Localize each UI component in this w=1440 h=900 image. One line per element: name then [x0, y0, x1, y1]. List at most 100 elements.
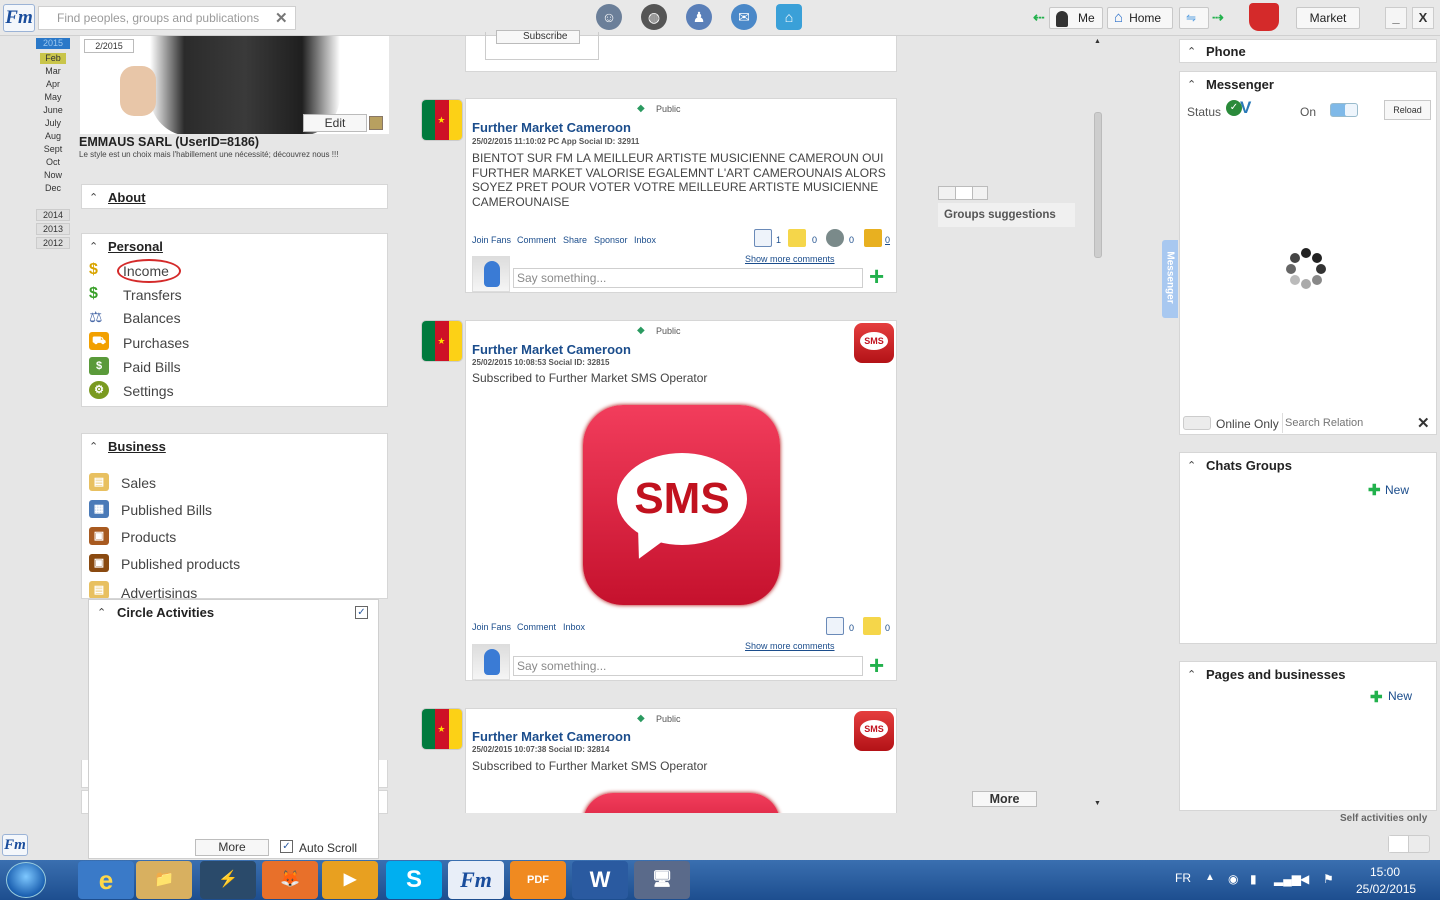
- new-chat-group-link[interactable]: New: [1385, 483, 1409, 497]
- forward-arrow-icon[interactable]: ⇢: [1212, 9, 1224, 26]
- camera-icon[interactable]: [369, 116, 383, 130]
- show-more-comments-link[interactable]: Show more comments: [745, 254, 835, 264]
- collapse-chevron-icon[interactable]: ⌃: [1187, 459, 1196, 472]
- sms-app-image[interactable]: SMS: [583, 405, 780, 605]
- taskbar-pdf-icon[interactable]: PDF: [510, 861, 566, 899]
- groups-slider[interactable]: [938, 186, 988, 200]
- tray-signal-icon[interactable]: ▂▄▆: [1274, 872, 1301, 886]
- business-title[interactable]: Business: [108, 439, 166, 454]
- market-button[interactable]: Market: [1296, 7, 1360, 29]
- comment-link[interactable]: Comment: [517, 622, 556, 632]
- me-button[interactable]: Me: [1049, 7, 1103, 29]
- inbox-link[interactable]: Inbox: [634, 235, 656, 245]
- timeline-year[interactable]: 2014: [36, 209, 70, 221]
- post-author[interactable]: Further Market Cameroon: [472, 342, 631, 357]
- feed-scrollbar[interactable]: ▲ ▼: [1093, 38, 1103, 810]
- collapse-chevron-icon[interactable]: ⌃: [1187, 78, 1196, 91]
- collapse-chevron-icon[interactable]: ⌃: [1187, 668, 1196, 681]
- subscribe-button[interactable]: Subscribe: [496, 30, 580, 44]
- timeline-month-feb[interactable]: Feb: [40, 53, 66, 64]
- post-author[interactable]: Further Market Cameroon: [472, 120, 631, 135]
- timeline-month[interactable]: July: [36, 118, 70, 128]
- edit-note-icon[interactable]: [863, 617, 881, 635]
- search-input[interactable]: [39, 7, 271, 29]
- collapse-chevron-icon[interactable]: ⌃: [97, 606, 106, 619]
- about-title[interactable]: About: [108, 190, 146, 205]
- edit-note-icon[interactable]: [788, 229, 806, 247]
- language-indicator[interactable]: FR: [1175, 871, 1191, 885]
- tray-expand-icon[interactable]: ▲: [1205, 872, 1215, 883]
- clear-relation-search-icon[interactable]: ✕: [1417, 414, 1430, 432]
- taskbar-ie-icon[interactable]: e: [78, 861, 134, 899]
- timeline-year[interactable]: 2013: [36, 223, 70, 235]
- collapse-chevron-icon[interactable]: ⌃: [89, 240, 98, 253]
- pages-businesses-title[interactable]: Pages and businesses: [1206, 667, 1345, 682]
- market-basket-icon[interactable]: [1249, 3, 1279, 31]
- sms-app-image[interactable]: [583, 793, 780, 813]
- personal-item-transfers[interactable]: Transfers: [123, 287, 182, 303]
- fm-logo[interactable]: Fm: [3, 4, 35, 32]
- post-author[interactable]: Further Market Cameroon: [472, 729, 631, 744]
- business-item-advertisings[interactable]: Advertisings: [121, 585, 197, 598]
- self-activities-toggle[interactable]: [1388, 835, 1430, 853]
- taskbar-skype-icon[interactable]: S: [386, 861, 442, 899]
- collapse-chevron-icon[interactable]: ⌃: [89, 191, 98, 204]
- inbox-link[interactable]: Inbox: [563, 622, 585, 632]
- timeline-month[interactable]: Oct: [36, 157, 70, 167]
- close-window-button[interactable]: X: [1412, 7, 1434, 29]
- comment-input[interactable]: [514, 657, 862, 675]
- personal-item-balances[interactable]: Balances: [123, 310, 181, 326]
- taskbar-explorer-icon[interactable]: 📁: [136, 861, 192, 899]
- circle-more-button[interactable]: More: [195, 839, 269, 856]
- timeline-month[interactable]: Now: [36, 170, 70, 180]
- business-item-published-bills[interactable]: Published Bills: [121, 502, 212, 518]
- personal-item-settings[interactable]: Settings: [123, 383, 174, 399]
- people-icon[interactable]: ♟: [686, 4, 712, 30]
- cameroon-flag-avatar[interactable]: ★: [421, 708, 463, 750]
- scroll-down-icon[interactable]: ▼: [1094, 800, 1101, 807]
- messenger-title[interactable]: Messenger: [1206, 77, 1274, 92]
- phone-title[interactable]: Phone: [1206, 44, 1246, 59]
- sponsor-link[interactable]: Sponsor: [594, 235, 628, 245]
- scroll-up-icon[interactable]: ▲: [1094, 38, 1101, 45]
- comment-input[interactable]: [514, 269, 862, 287]
- online-only-toggle[interactable]: [1183, 416, 1211, 430]
- tray-volume-icon[interactable]: ◀: [1300, 872, 1309, 886]
- sync-icon[interactable]: ⇋: [1179, 7, 1209, 29]
- online-toggle[interactable]: [1330, 103, 1358, 117]
- tray-battery-icon[interactable]: ▮: [1250, 872, 1257, 886]
- collapse-chevron-icon[interactable]: ⌃: [89, 440, 98, 453]
- scrollbar-thumb[interactable]: [1094, 112, 1102, 258]
- auto-scroll-checkbox[interactable]: ✓: [280, 840, 293, 853]
- new-chat-plus-icon[interactable]: ✚: [1368, 481, 1381, 499]
- feed-more-button[interactable]: More: [972, 791, 1037, 807]
- reload-button[interactable]: Reload: [1384, 100, 1431, 120]
- business-item-sales[interactable]: Sales: [121, 475, 156, 491]
- comment-link[interactable]: Comment: [517, 235, 556, 245]
- join-fans-link[interactable]: Join Fans: [472, 622, 511, 632]
- back-arrow-icon[interactable]: ⇠: [1033, 9, 1045, 26]
- cameroon-flag-avatar[interactable]: ★: [421, 320, 463, 362]
- sponsor-bag-icon[interactable]: [864, 229, 882, 247]
- timeline-month[interactable]: Mar: [36, 66, 70, 76]
- personal-item-income[interactable]: Income: [123, 263, 169, 279]
- timeline-year[interactable]: 2012: [36, 237, 70, 249]
- circle-activities-checkbox[interactable]: ✓: [355, 606, 368, 619]
- chat-bubbles-icon[interactable]: ✉: [731, 4, 757, 30]
- profile-nav-icon[interactable]: ☺: [596, 4, 622, 30]
- taskbar-media-icon[interactable]: ▶: [322, 861, 378, 899]
- add-comment-plus-icon[interactable]: +: [869, 652, 884, 678]
- timeline-month[interactable]: Apr: [36, 79, 70, 89]
- business-item-products[interactable]: Products: [121, 529, 176, 545]
- add-comment-plus-icon[interactable]: +: [869, 263, 884, 289]
- clock-date[interactable]: 25/02/2015: [1356, 882, 1416, 896]
- personal-title[interactable]: Personal: [108, 239, 163, 254]
- minimize-button[interactable]: _: [1385, 7, 1407, 29]
- join-fans-link[interactable]: Join Fans: [472, 235, 511, 245]
- basket-nav-icon[interactable]: ⌂: [776, 4, 802, 30]
- collapse-chevron-icon[interactable]: ⌃: [1187, 45, 1196, 58]
- taskbar-fm-icon[interactable]: Fm: [448, 861, 504, 899]
- tray-flag-icon[interactable]: ⚑: [1323, 872, 1334, 886]
- timeline-month[interactable]: May: [36, 92, 70, 102]
- new-page-plus-icon[interactable]: ✚: [1370, 688, 1383, 706]
